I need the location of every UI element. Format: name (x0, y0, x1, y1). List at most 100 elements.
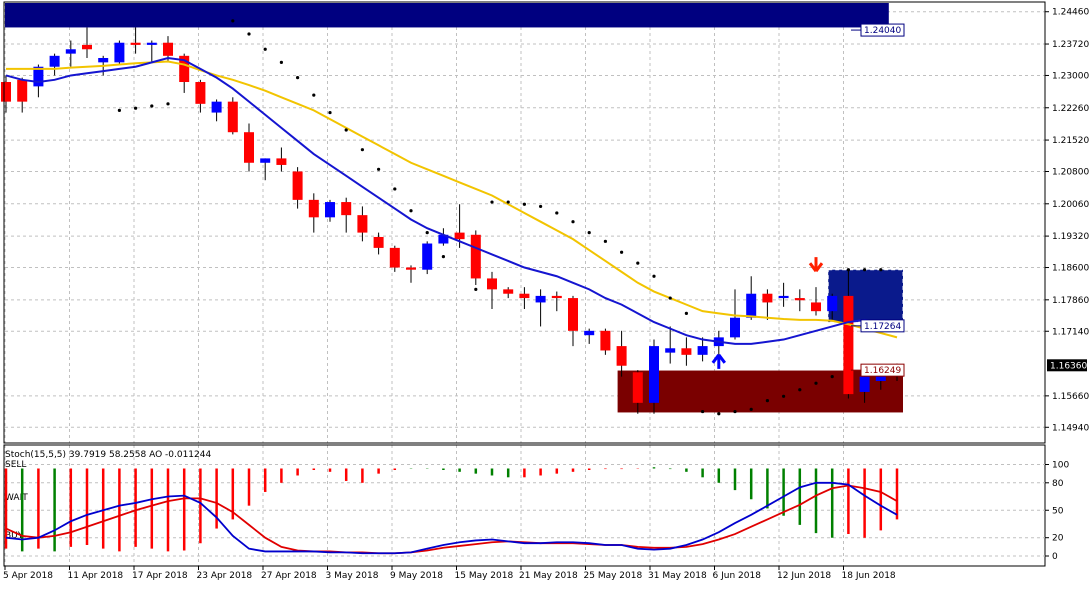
level-middle-label: 1.17264 (864, 322, 901, 332)
bull-candle (98, 58, 109, 63)
stoch-level-label: 100 (1052, 461, 1069, 471)
price-tick-label: 1.22260 (1052, 104, 1089, 114)
chart-canvas[interactable]: 1.24460 1.23720 1.23000 1.22260 1.21520 1.208… (0, 0, 1089, 585)
psar-dot (782, 394, 786, 398)
date-tick-label: 17 Apr 2018 (132, 571, 188, 581)
bull-candle (49, 55, 60, 67)
bull-candle (730, 317, 740, 338)
bear-candle (163, 42, 173, 56)
price-zones (5, 3, 904, 413)
psar-dot (231, 19, 235, 23)
level-labels: 1.24040 1.17264 1.16249 (851, 23, 905, 377)
psar-dot (814, 381, 818, 385)
psar-dot (360, 148, 364, 152)
psar-dot (409, 209, 413, 213)
bear-candle (551, 295, 562, 299)
indicator-panel: SELL WAIT BUY 1008050200Stoch(15,5,5) 39… (4, 450, 1069, 562)
date-tick-label: 21 May 2018 (519, 571, 578, 581)
level-upper-label: 1.24040 (864, 26, 901, 36)
date-tick-label: 3 May 2018 (326, 571, 379, 581)
bear-candle (762, 293, 773, 303)
bear-candle (130, 42, 141, 45)
psar-dot (555, 211, 559, 215)
psar-dot (717, 412, 721, 416)
bull-candle (827, 295, 838, 312)
current-price-label: 1.16360 (1050, 361, 1087, 371)
bull-candle (260, 158, 271, 163)
psar-dot (150, 104, 154, 108)
bear-candle (454, 232, 465, 240)
bull-candle (649, 346, 659, 403)
candles (1, 27, 902, 414)
bear-candle (227, 101, 238, 133)
price-tick-label: 1.17140 (1052, 327, 1089, 337)
bull-candle (325, 202, 335, 218)
price-tick-label: 1.21520 (1052, 136, 1089, 146)
date-tick-label: 5 Apr 2018 (3, 571, 53, 581)
date-tick-label: 12 Jun 2018 (777, 571, 831, 581)
psar-dot (798, 388, 802, 392)
psar-dot (684, 311, 689, 315)
psar-dot (603, 239, 608, 243)
bull-candle (535, 295, 546, 303)
bull-candle (778, 295, 789, 299)
bear-candle (357, 215, 368, 233)
psar-dot (765, 399, 770, 403)
bear-candle (244, 132, 254, 163)
bear-candle (373, 236, 384, 248)
psar-dot (425, 231, 429, 235)
bull-candle (65, 49, 76, 54)
date-tick-label: 6 Jun 2018 (713, 571, 762, 581)
psar-dot (830, 375, 834, 379)
price-tick-label: 1.15660 (1052, 392, 1089, 402)
psar-dot (247, 32, 251, 36)
bear-candle (82, 44, 92, 50)
bear-candle (794, 298, 805, 301)
date-tick-label: 25 May 2018 (584, 571, 643, 581)
date-tick-label: 27 Apr 2018 (261, 571, 317, 581)
psar-dot (328, 110, 332, 115)
psar-dot (490, 200, 494, 204)
psar-dot (668, 296, 672, 300)
date-tick-label: 15 May 2018 (455, 571, 514, 581)
psar-dot (701, 409, 705, 414)
bear-candle (568, 298, 578, 331)
psar-dot (522, 202, 527, 206)
price-tick-label: 1.23720 (1052, 40, 1089, 50)
psar-dot (393, 187, 397, 191)
date-tick-label: 9 May 2018 (390, 571, 443, 581)
psar-dot (539, 204, 543, 209)
bear-candle (341, 202, 352, 216)
psar-dot (733, 409, 737, 414)
bear-candle (1, 82, 11, 102)
date-tick-label: 31 May 2018 (648, 571, 707, 581)
psar-dot (506, 200, 510, 204)
bear-candle (195, 82, 206, 104)
price-tick-label: 1.20800 (1052, 167, 1089, 177)
date-tick-label: 23 Apr 2018 (197, 571, 253, 581)
bear-candle (519, 293, 530, 299)
price-tick-label: 1.20060 (1052, 200, 1089, 210)
bear-candle (632, 372, 643, 403)
psar-dot (377, 167, 381, 171)
psar-dot (263, 47, 267, 51)
level-lower-label: 1.16249 (864, 366, 901, 376)
upper-zone (5, 3, 889, 28)
bear-candle (503, 289, 514, 294)
trading-chart[interactable]: 1.24460 1.23720 1.23000 1.22260 1.21520 1.208… (0, 0, 1089, 585)
psar-dot (749, 407, 753, 411)
psar-dot (441, 255, 445, 259)
bear-candle (406, 267, 416, 270)
price-tick-label: 1.14940 (1052, 423, 1089, 433)
indicator-header: Stoch(15,5,5) 39.7919 58.2558 AO -0.0112… (5, 450, 211, 460)
bull-candle (584, 330, 595, 336)
bear-candle (389, 247, 400, 268)
bull-candle (665, 348, 676, 353)
bear-candle (681, 348, 692, 355)
psar-dot (636, 261, 640, 265)
stoch-level-label: 0 (1052, 552, 1058, 562)
recent-zone (827, 269, 904, 323)
stoch-main-line (5, 481, 898, 555)
bear-candle (843, 295, 854, 395)
psar-dot (117, 108, 121, 112)
